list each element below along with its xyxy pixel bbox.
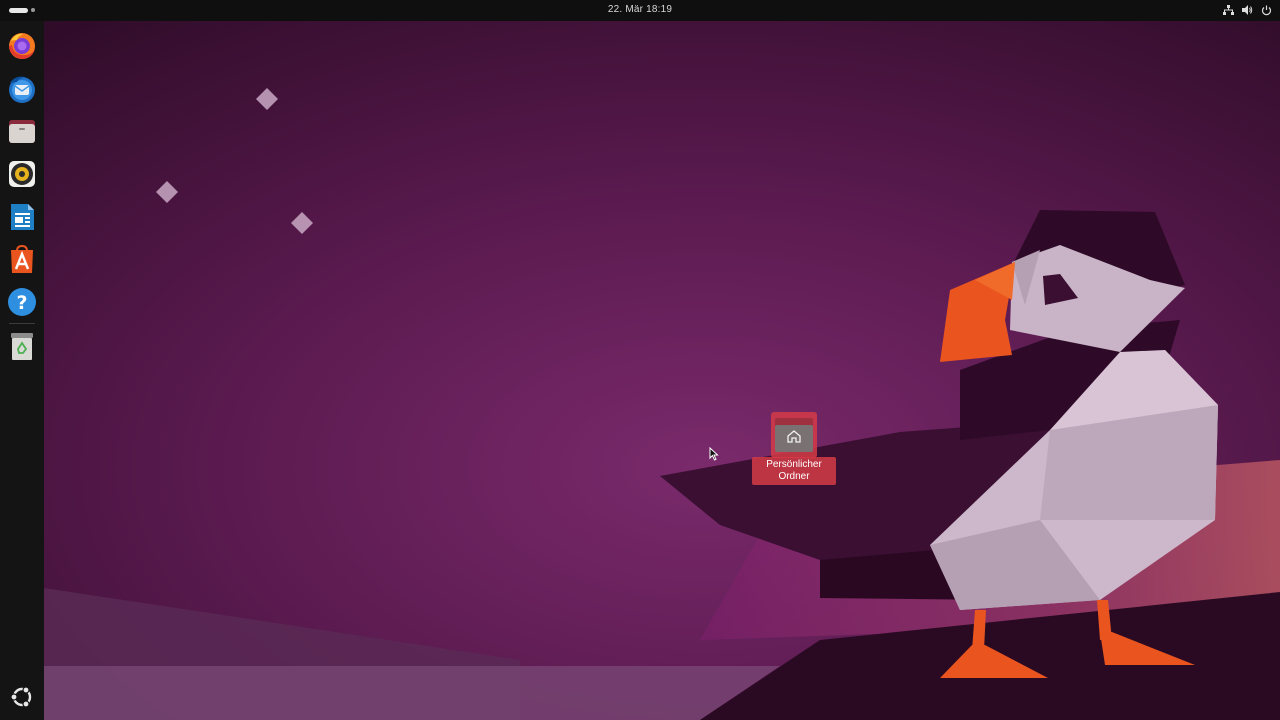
network-icon[interactable] (1223, 3, 1234, 17)
dock-item-files[interactable] (4, 113, 40, 149)
thunderbird-icon (9, 76, 35, 103)
home-folder-label-line1: Persönlicher (766, 459, 822, 470)
desktop-wallpaper (0, 0, 1280, 720)
top-panel: 22. Mär 18:19 (0, 0, 1280, 21)
dock-item-thunderbird[interactable] (4, 71, 40, 107)
trash-icon (11, 333, 33, 360)
firefox-icon (9, 33, 35, 59)
mouse-pointer (709, 446, 721, 466)
dock-item-trash[interactable] (4, 328, 40, 364)
dock-item-rhythmbox[interactable] (4, 156, 40, 192)
power-icon[interactable] (1261, 3, 1272, 17)
dock: ? (0, 21, 44, 720)
dock-item-firefox[interactable] (4, 28, 40, 64)
help-icon: ? (8, 288, 36, 316)
dock-separator (9, 323, 35, 324)
writer-icon (11, 204, 34, 230)
dock-item-writer[interactable] (4, 199, 40, 235)
svg-text:?: ? (16, 292, 27, 314)
desktop-icon-home-folder[interactable]: Persönlicher Ordner (750, 410, 838, 488)
rhythmbox-icon (9, 161, 35, 187)
software-center-icon (11, 245, 33, 273)
files-icon (9, 120, 35, 143)
show-applications-button[interactable] (4, 679, 40, 715)
home-folder-icon (771, 412, 817, 458)
dock-item-help[interactable]: ? (4, 284, 40, 320)
system-tray[interactable] (1223, 3, 1272, 17)
home-folder-label-line2: Ordner (778, 471, 810, 482)
clock-button[interactable]: 22. Mär 18:19 (602, 2, 678, 17)
home-folder-label: Persönlicher Ordner (752, 457, 836, 485)
ubuntu-logo-icon (10, 686, 32, 708)
dock-item-software[interactable] (4, 242, 40, 278)
volume-icon[interactable] (1242, 3, 1253, 17)
